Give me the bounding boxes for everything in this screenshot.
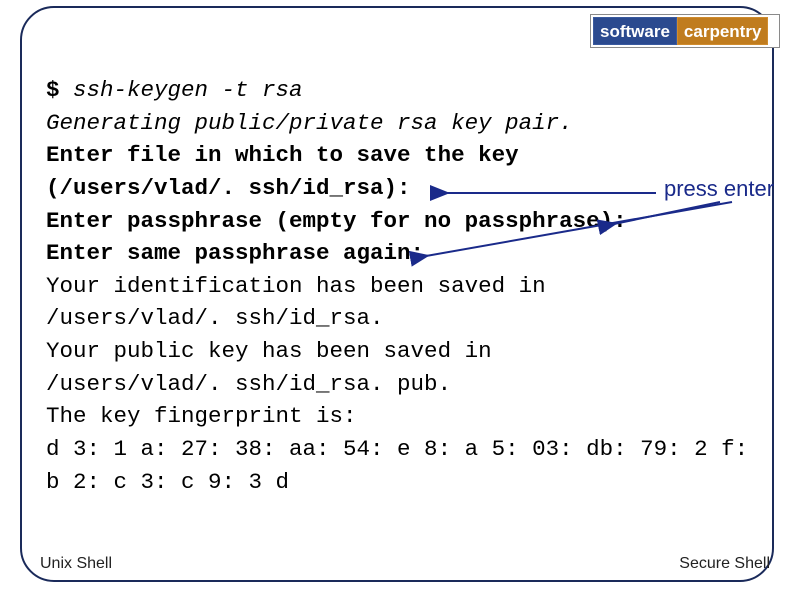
footer-right: Secure Shell xyxy=(679,555,770,573)
line-public-key-saved: Your public key has been saved in xyxy=(46,335,766,368)
software-carpentry-logo: software carpentry xyxy=(590,14,780,48)
footer-left: Unix Shell xyxy=(40,555,112,573)
line-fingerprint-label: The key fingerprint is: xyxy=(46,400,766,433)
line-identification-saved: Your identification has been saved in xyxy=(46,270,766,303)
prompt: $ xyxy=(46,77,60,103)
line-fingerprint: d 3: 1 a: 27: 38: aa: 54: e 8: a 5: 03: … xyxy=(46,433,766,498)
logo-word-carpentry: carpentry xyxy=(677,17,768,45)
arrow-to-file-prompt xyxy=(438,186,662,200)
line-pub-path: /users/vlad/. ssh/id_rsa. pub. xyxy=(46,368,766,401)
command-line: $ ssh-keygen -t rsa xyxy=(46,74,766,107)
press-enter-annotation: press enter xyxy=(664,176,774,202)
logo-word-software: software xyxy=(593,17,677,45)
line-generating: Generating public/private rsa key pair. xyxy=(46,107,766,140)
terminal-output: $ ssh-keygen -t rsa Generating public/pr… xyxy=(46,74,766,498)
line-enter-file: Enter file in which to save the key xyxy=(46,139,766,172)
arrow-to-passphrase-again xyxy=(418,200,738,262)
line-id-path: /users/vlad/. ssh/id_rsa. xyxy=(46,302,766,335)
command-text: ssh-keygen -t rsa xyxy=(60,77,303,103)
